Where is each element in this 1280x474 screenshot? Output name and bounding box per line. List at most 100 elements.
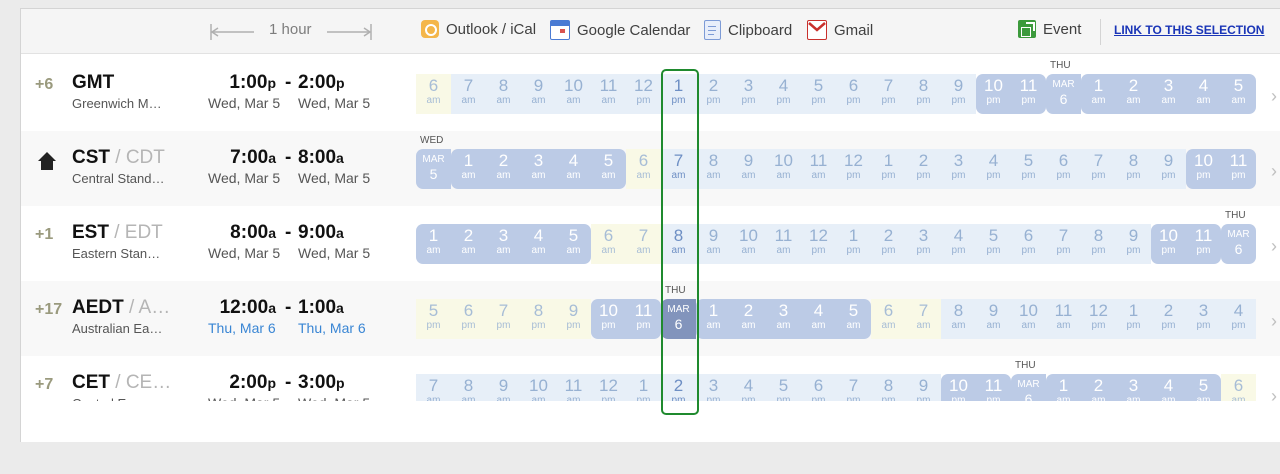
selection-highlight[interactable]: [661, 69, 699, 415]
hour-cell[interactable]: 1am: [1081, 74, 1116, 114]
hour-cell[interactable]: 12pm: [1081, 299, 1116, 339]
hour-cell[interactable]: 8am: [941, 299, 976, 339]
hour-cell[interactable]: 7am: [451, 74, 486, 114]
hour-cell[interactable]: 10pm: [591, 299, 626, 339]
hour-cell[interactable]: 1pm: [1116, 299, 1151, 339]
hour-cell[interactable]: 7pm: [871, 74, 906, 114]
hour-cell[interactable]: 6pm: [1011, 224, 1046, 264]
hour-cell[interactable]: 4pm: [766, 74, 801, 114]
hour-cell[interactable]: 5pm: [1011, 149, 1046, 189]
clipboard-button[interactable]: Clipboard: [704, 20, 792, 40]
hour-cell[interactable]: 4am: [521, 224, 556, 264]
hour-cell[interactable]: 7pm: [486, 299, 521, 339]
google-calendar-button[interactable]: Google Calendar: [550, 20, 690, 40]
hour-cell[interactable]: 6pm: [836, 74, 871, 114]
timezone-abbr[interactable]: EST / EDT: [72, 222, 163, 244]
hour-cell[interactable]: 3am: [521, 149, 556, 189]
hour-cell[interactable]: 4am: [801, 299, 836, 339]
timezone-row[interactable]: +17 AEDT / A… Australian Ea… 12:00a -1:00a Th…: [21, 281, 1280, 356]
hour-cell[interactable]: 10pm: [976, 74, 1011, 114]
hour-cell[interactable]: 2pm: [906, 149, 941, 189]
chevron-right-icon[interactable]: ›: [1271, 236, 1277, 257]
hour-cell[interactable]: 12pm: [626, 74, 661, 114]
hour-cell[interactable]: 5pm: [976, 224, 1011, 264]
gmail-button[interactable]: Gmail: [807, 20, 873, 40]
hour-cell[interactable]: 12pm: [836, 149, 871, 189]
hour-cell[interactable]: 8pm: [521, 299, 556, 339]
hour-cell[interactable]: 6am: [591, 224, 626, 264]
hour-cell[interactable]: 2pm: [1151, 299, 1186, 339]
chevron-right-icon[interactable]: ›: [1271, 161, 1277, 182]
hour-cell[interactable]: 6pm: [451, 299, 486, 339]
hour-cell[interactable]: 10am: [556, 74, 591, 114]
hour-cell[interactable]: 9am: [696, 224, 731, 264]
hour-cell[interactable]: 10pm: [1151, 224, 1186, 264]
hour-cell[interactable]: 5am: [591, 149, 626, 189]
hour-cell[interactable]: 11am: [1046, 299, 1081, 339]
timezone-row[interactable]: +6 GMT Greenwich M… 1:00p -2:00p Wed, Mar 5W…: [21, 56, 1280, 131]
hour-cell[interactable]: 12pm: [801, 224, 836, 264]
hour-cell[interactable]: 5am: [1221, 74, 1256, 114]
hour-cell[interactable]: 5pm: [801, 74, 836, 114]
hour-cell[interactable]: 4am: [1186, 74, 1221, 114]
hour-cell[interactable]: 4pm: [1221, 299, 1256, 339]
hour-cell[interactable]: 5am: [836, 299, 871, 339]
event-button[interactable]: Event: [1018, 20, 1081, 38]
timezone-abbr[interactable]: AEDT / A…: [72, 297, 170, 319]
hour-cell[interactable]: 10am: [1011, 299, 1046, 339]
hour-cell[interactable]: 2am: [731, 299, 766, 339]
hour-cell[interactable]: 9pm: [941, 74, 976, 114]
hour-cell[interactable]: 7am: [626, 224, 661, 264]
hour-cell[interactable]: 10am: [766, 149, 801, 189]
hour-cell[interactable]: 11pm: [1186, 224, 1221, 264]
hour-cell[interactable]: 2pm: [696, 74, 731, 114]
hour-cell[interactable]: 3am: [766, 299, 801, 339]
timezone-row[interactable]: CST / CDT Central Stand… 7:00a -8:00a Wed, M…: [21, 131, 1280, 206]
hour-cell[interactable]: 3pm: [906, 224, 941, 264]
hour-cell[interactable]: 5am: [556, 224, 591, 264]
hour-cell[interactable]: 3am: [486, 224, 521, 264]
hour-cell[interactable]: 9am: [521, 74, 556, 114]
hour-cell[interactable]: 10pm: [1186, 149, 1221, 189]
day-marker-cell[interactable]: MAR 5: [416, 149, 451, 189]
hour-cell[interactable]: 3pm: [941, 149, 976, 189]
hour-cell[interactable]: 8pm: [1116, 149, 1151, 189]
chevron-right-icon[interactable]: ›: [1271, 311, 1277, 332]
timezone-abbr[interactable]: GMT: [72, 72, 114, 94]
hour-cell[interactable]: 4pm: [941, 224, 976, 264]
hour-cell[interactable]: 6pm: [1046, 149, 1081, 189]
hour-cell[interactable]: 8am: [486, 74, 521, 114]
hour-cell[interactable]: 4pm: [976, 149, 1011, 189]
hour-cell[interactable]: 5pm: [416, 299, 451, 339]
chevron-right-icon[interactable]: ›: [1271, 86, 1277, 107]
hour-cell[interactable]: 9am: [976, 299, 1011, 339]
hour-cell[interactable]: 7pm: [1081, 149, 1116, 189]
hour-cell[interactable]: 11pm: [1011, 74, 1046, 114]
hour-cell[interactable]: 6am: [416, 74, 451, 114]
hour-cell[interactable]: 2pm: [871, 224, 906, 264]
hour-cell[interactable]: 11pm: [626, 299, 661, 339]
hour-cell[interactable]: 2am: [451, 224, 486, 264]
hour-cell[interactable]: 11am: [801, 149, 836, 189]
hour-cell[interactable]: 8pm: [1081, 224, 1116, 264]
hour-cell[interactable]: 6am: [871, 299, 906, 339]
hour-cell[interactable]: 9pm: [556, 299, 591, 339]
hour-cell[interactable]: 7pm: [1046, 224, 1081, 264]
timezone-row[interactable]: +1 EST / EDT Eastern Stan… 8:00a -9:00a Wed, …: [21, 206, 1280, 281]
hour-cell[interactable]: 1pm: [836, 224, 871, 264]
hour-cell[interactable]: 11pm: [1221, 149, 1256, 189]
hour-cell[interactable]: 9pm: [1151, 149, 1186, 189]
hour-cell[interactable]: 10am: [731, 224, 766, 264]
hour-cell[interactable]: 4am: [556, 149, 591, 189]
hour-cell[interactable]: 1pm: [871, 149, 906, 189]
hour-cell[interactable]: 6am: [626, 149, 661, 189]
hour-cell[interactable]: 8am: [696, 149, 731, 189]
timezone-abbr[interactable]: CET / CE…: [72, 372, 171, 394]
hour-cell[interactable]: 9pm: [1116, 224, 1151, 264]
hour-cell[interactable]: 2am: [486, 149, 521, 189]
timezone-abbr[interactable]: CST / CDT: [72, 147, 165, 169]
outlook-ical-button[interactable]: Outlook / iCal: [421, 20, 536, 38]
hour-cell[interactable]: 11am: [591, 74, 626, 114]
hour-cell[interactable]: 9am: [731, 149, 766, 189]
hour-cell[interactable]: 1am: [696, 299, 731, 339]
